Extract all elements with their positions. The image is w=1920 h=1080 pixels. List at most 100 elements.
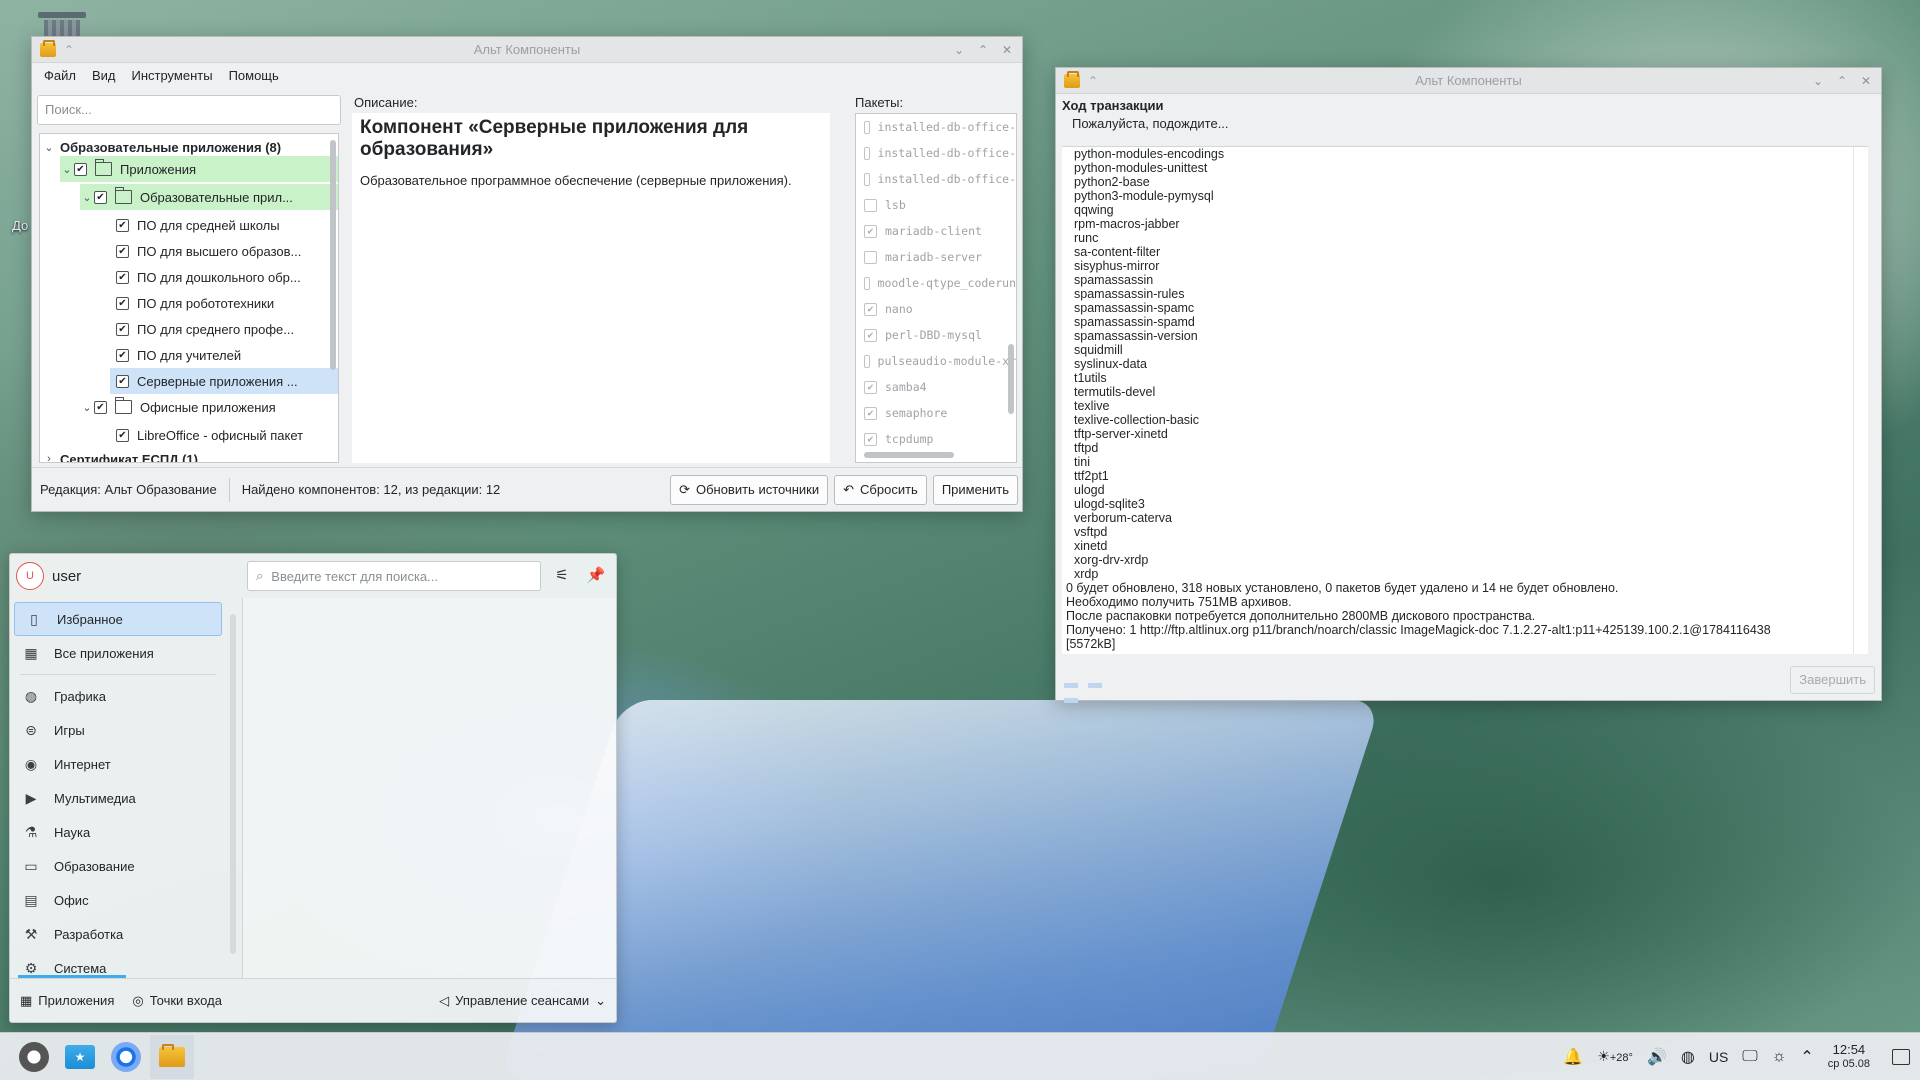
category-7[interactable]: ⚗ Наука — [12, 815, 224, 849]
checkbox-checked-icon[interactable]: ✔ — [94, 400, 107, 414]
checkbox-checked-icon[interactable]: ✔ — [116, 348, 129, 362]
chevron-down-icon[interactable]: ⌄ — [80, 191, 94, 204]
package-name: installed-db-office- — [877, 146, 1016, 160]
checkbox-checked-icon[interactable]: ✔ — [116, 374, 129, 388]
menu-view[interactable]: Вид — [86, 65, 122, 86]
maximize-button[interactable]: ⌃ — [1835, 74, 1849, 88]
task-components[interactable] — [150, 1034, 194, 1079]
chevron-down-icon[interactable]: ⌄ — [60, 163, 74, 176]
category-5[interactable]: ◉ Интернет — [12, 747, 224, 781]
refresh-sources-button[interactable]: ⟳ Обновить источники — [670, 474, 829, 505]
log-line: ulogd — [1074, 483, 1105, 497]
close-button[interactable]: ✕ — [1000, 43, 1014, 57]
checkbox-checked-icon[interactable]: ✔ — [116, 218, 129, 232]
tree-row[interactable]: ✔ LibreOffice - офисный пакет — [116, 422, 303, 448]
tab-places[interactable]: ◎ Точки входа — [132, 993, 222, 1009]
pin-icon[interactable]: 📌 — [585, 564, 607, 586]
tree-row-selected[interactable]: ✔ Серверные приложения ... — [110, 368, 338, 394]
show-desktop-button[interactable] — [1892, 1048, 1910, 1065]
menu-help[interactable]: Помощь — [223, 65, 285, 86]
bookmark-icon: ▯ — [30, 610, 38, 627]
category-9[interactable]: ▤ Офис — [12, 883, 224, 917]
minimize-button[interactable]: ⌄ — [952, 43, 966, 57]
close-button[interactable]: ✕ — [1859, 74, 1873, 88]
launcher-button[interactable] — [12, 1035, 56, 1079]
chevron-down-icon[interactable]: ⌄ — [80, 401, 94, 414]
network-icon[interactable]: ◍ — [1681, 1047, 1695, 1067]
tree-row[interactable]: ✔ ПО для дошкольного обр... — [116, 264, 301, 290]
transaction-subheading: Пожалуйста, подождите... — [1072, 116, 1229, 131]
weather-widget[interactable]: ☀+28° — [1597, 1048, 1633, 1065]
chevron-up-icon[interactable]: ⌃ — [1800, 1047, 1813, 1067]
chevron-down-icon[interactable]: ⌄ — [42, 141, 56, 154]
packages-hscrollbar[interactable] — [864, 452, 954, 458]
log-line: spamassassin — [1074, 273, 1154, 287]
checkbox-checked-icon[interactable]: ✔ — [116, 270, 129, 284]
tab-applications[interactable]: ▦ Приложения — [20, 993, 114, 1009]
tree-row[interactable]: ✔ ПО для учителей — [116, 342, 241, 368]
category-1[interactable]: ▯ Избранное — [14, 602, 222, 636]
tree-label: ПО для среднего профе... — [137, 321, 295, 337]
checkbox-checked-icon[interactable]: ✔ — [116, 428, 129, 442]
tree-row[interactable]: ✔ ПО для среднего профе... — [116, 316, 294, 342]
tree-row[interactable]: ✔ ПО для средней школы — [116, 212, 280, 238]
title-bar[interactable]: ⌃ Альт Компоненты ⌄ ⌃ ✕ — [32, 37, 1022, 63]
tree-row[interactable]: ✔ ПО для высшего образов... — [116, 238, 301, 264]
checkbox-icon — [864, 276, 870, 290]
minimize-button[interactable]: ⌄ — [1811, 74, 1825, 88]
notifications-icon[interactable]: 🔔 — [1563, 1047, 1583, 1067]
menu-tools[interactable]: Инструменты — [126, 65, 219, 86]
category-6[interactable]: ▶ Мультимедиа — [12, 781, 224, 815]
chevron-right-icon[interactable]: › — [42, 453, 56, 462]
category-2[interactable]: ▦ Все приложения — [12, 636, 224, 670]
log-line: ttf2pt1 — [1074, 469, 1109, 483]
session-management-button[interactable]: ◁ Управление сеансами ⌄ — [439, 993, 606, 1009]
volume-icon[interactable]: 🔊 — [1647, 1047, 1667, 1067]
active-tab-indicator — [18, 975, 126, 978]
tree-label: LibreOffice - офисный пакет — [137, 427, 304, 443]
keep-above-icon[interactable]: ⌃ — [64, 43, 74, 57]
checkbox-checked-icon[interactable]: ✔ — [74, 162, 87, 176]
tree-row[interactable]: ⌄ ✔ Офисные приложения — [80, 394, 276, 420]
launcher-search-input[interactable]: ⌕ Введите текст для поиска... — [247, 561, 541, 591]
category-4[interactable]: ⊜ Игры — [12, 713, 224, 747]
file-manager-button[interactable]: ★ — [58, 1035, 102, 1079]
category-scrollbar[interactable] — [230, 614, 236, 954]
clock[interactable]: 12:54 ср 05.08 — [1828, 1042, 1870, 1071]
menu-file[interactable]: Файл — [38, 65, 82, 86]
tree-row[interactable]: ⌄ ✔ Приложения — [60, 156, 338, 182]
tree-row[interactable]: ⌄ ✔ Образовательные прил... — [80, 184, 338, 210]
keep-above-icon[interactable]: ⌃ — [1088, 74, 1098, 88]
display-icon[interactable]: 🖵 — [1742, 1048, 1757, 1066]
tree-row[interactable]: › Сертификат ЕСПД (1) — [42, 446, 198, 463]
brightness-icon[interactable]: ☼ — [1772, 1048, 1787, 1066]
browser-button[interactable] — [104, 1035, 148, 1079]
checkbox-checked-icon: ✔ — [864, 432, 877, 446]
log-line: rpm-macros-jabber — [1074, 217, 1180, 231]
avatar[interactable]: U — [16, 562, 44, 590]
checkbox-checked-icon[interactable]: ✔ — [116, 244, 129, 258]
search-input[interactable]: Поиск... — [37, 95, 341, 125]
tree-label: ПО для дошкольного обр... — [137, 269, 301, 285]
apply-button[interactable]: Применить — [932, 474, 1018, 505]
checkbox-checked-icon[interactable]: ✔ — [116, 296, 129, 310]
category-10[interactable]: ⚒ Разработка — [12, 917, 224, 951]
checkbox-checked-icon[interactable]: ✔ — [116, 322, 129, 336]
title-bar[interactable]: ⌃ Альт Компоненты ⌄ ⌃ ✕ — [1056, 68, 1881, 94]
finish-button[interactable]: Завершить — [1790, 666, 1875, 694]
log-line: syslinux-data — [1074, 357, 1147, 371]
app-icon — [40, 39, 56, 57]
category-8[interactable]: ▭ Образование — [12, 849, 224, 883]
packages-vscrollbar[interactable] — [1008, 344, 1014, 414]
package-row: moodle-qtype_coderun — [856, 270, 1016, 296]
tree-scrollbar[interactable] — [330, 140, 336, 370]
settings-sliders-icon[interactable]: ⚟ — [551, 564, 573, 586]
category-3[interactable]: ◍ Графика — [12, 679, 224, 713]
keyboard-layout[interactable]: US — [1709, 1049, 1728, 1065]
maximize-button[interactable]: ⌃ — [976, 43, 990, 57]
checkbox-checked-icon[interactable]: ✔ — [94, 190, 107, 204]
reset-button[interactable]: ↶ Сбросить — [834, 474, 927, 505]
category-11[interactable]: ⚙ Система — [12, 951, 224, 978]
tree-row[interactable]: ✔ ПО для робототехники — [116, 290, 274, 316]
tree-label: ПО для высшего образов... — [137, 243, 302, 259]
